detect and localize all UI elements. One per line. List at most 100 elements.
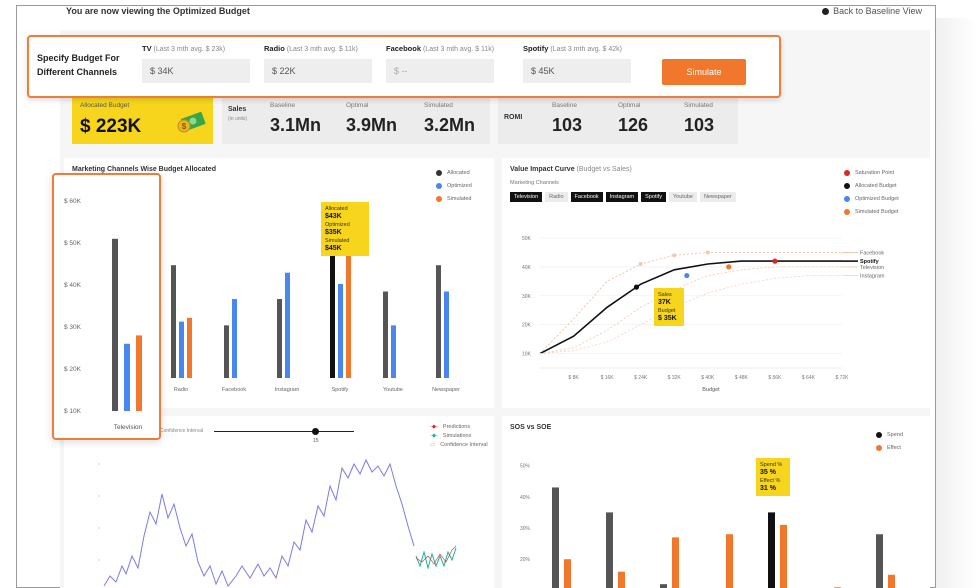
romi-simulated-label: Simulated xyxy=(684,102,713,109)
romi-baseline-value: 103 xyxy=(552,115,583,135)
budget-popup-title: Specify Budget For Different Channels xyxy=(37,53,120,77)
bar-effect xyxy=(780,524,787,588)
spotify-budget-input[interactable] xyxy=(523,59,631,83)
point-saturation-point xyxy=(772,258,778,264)
curve-tooltip-sales-value: 37K xyxy=(658,299,671,306)
allocated-budget-card: Allocated Budget $ 223K $ xyxy=(72,96,213,144)
back-to-baseline-link[interactable]: Back to Baseline View xyxy=(822,6,922,16)
facebook-budget-input[interactable] xyxy=(386,59,494,83)
simulate-button[interactable]: Simulate xyxy=(662,59,746,85)
facebook-avg: (Last 3 mth avg. $ 11k) xyxy=(422,46,495,53)
spotify-budget-tooltip: Allocated $43K Optimized $35K Simulated $45… xyxy=(321,202,369,256)
tv-budget-input[interactable] xyxy=(142,59,250,83)
bar-radio-optimized xyxy=(179,321,184,378)
facebook-budget-label: Facebook (Last 3 mth avg. $ 11k) xyxy=(386,44,494,53)
romi-kpi-group: ROMI Baseline 103 Optimal 126 Simulated … xyxy=(498,96,738,144)
bar-spend xyxy=(606,512,613,588)
sales-baseline-value: 3.1Mn xyxy=(270,115,322,135)
sos-tooltip-spend-value: 35 % xyxy=(760,469,776,476)
bar-instagram-allocated xyxy=(277,299,282,378)
x-tick-label: $ 48K xyxy=(735,375,749,381)
forecast-actual-line xyxy=(103,458,415,587)
y-tick-label: 20% xyxy=(520,557,531,563)
value-impact-panel: Value Impact Curve (Budget vs Sales) Mar… xyxy=(502,158,930,408)
bar-effect xyxy=(672,537,679,588)
y-tick-label: $ 30K xyxy=(64,324,82,331)
curve-label-television: Television xyxy=(860,265,884,271)
point-allocated-budget xyxy=(633,284,640,290)
sos-soe-tooltip: Spend % 35 % Effect % 31 % xyxy=(756,458,790,496)
bar-newspaper-allocated xyxy=(436,265,441,378)
forecast-simulation-line xyxy=(415,547,457,570)
romi-simulated-value: 103 xyxy=(684,115,715,135)
sales-sublabel: (in units) xyxy=(228,116,248,122)
curve-television xyxy=(539,266,842,354)
bar-youtube-allocated xyxy=(383,291,388,378)
facebook-budget-field: Facebook (Last 3 mth avg. $ 11k) xyxy=(386,44,494,83)
curve-tooltip-sales-label: Sales xyxy=(658,292,672,298)
sales-optimal-label: Optimal xyxy=(346,102,369,109)
y-tick-label: $ 10K xyxy=(64,408,82,415)
y-tick-label: 50% xyxy=(520,464,531,470)
money-icon: $ xyxy=(177,111,206,133)
value-impact-chart: 50K 40K 30K 20K 10K $ 8K $ 16K $ 24K $ 32K $ 40K $… xyxy=(522,236,885,393)
bar-spend xyxy=(552,487,559,588)
ghost-point xyxy=(672,253,677,258)
tv-channel-name: TV xyxy=(142,44,152,53)
ghost-point xyxy=(638,262,643,266)
bar-radio-simulated xyxy=(187,317,192,378)
sos-soe-chart: 50%40%30%20%10% xyxy=(520,464,895,588)
radio-avg: (Last 3 mth avg. $ 11k) xyxy=(286,46,358,53)
curve-tooltip-budget-value: $ 35K xyxy=(658,315,677,322)
ghost-point xyxy=(705,250,710,255)
sales-label: Sales xyxy=(228,106,247,113)
sos-tooltip-effect-value: 31 % xyxy=(760,485,776,492)
budget-input-popup: Specify Budget For Different Channels TV… xyxy=(27,35,781,98)
sos-tooltip-spend-label: Spend % xyxy=(760,462,783,468)
y-tick-label: $ 50K xyxy=(64,240,82,247)
forecast-y-ticks xyxy=(98,463,100,561)
y-tick-label: 40K xyxy=(522,265,532,271)
view-banner: You are now viewing the Optimized Budget… xyxy=(60,6,930,20)
romi-label: ROMI xyxy=(504,114,523,121)
y-tick-label: $ 20K xyxy=(64,366,82,373)
bar-facebook-allocated xyxy=(224,325,229,378)
spotify-budget-label: Spotify (Last 3 mth avg. $ 42k) xyxy=(523,44,631,53)
tooltip-optimized-value: $35K xyxy=(325,229,342,236)
radio-budget-input[interactable] xyxy=(264,59,372,83)
curve-instagram xyxy=(539,275,842,354)
y-tick-label: 30% xyxy=(520,526,531,532)
radio-budget-field: Radio (Last 3 mth avg. $ 11k) xyxy=(264,44,372,83)
y-tick-label: 50K xyxy=(522,236,532,242)
x-tick-label: Newspaper xyxy=(432,387,460,393)
sales-simulated-label: Simulated xyxy=(424,102,453,109)
x-tick-label: $ 16K xyxy=(601,375,615,381)
curve-tooltip: Sales 37K Budget $ 35K xyxy=(654,288,684,326)
radio-budget-label: Radio (Last 3 mth avg. $ 11k) xyxy=(264,44,372,53)
television-zoom-chart: $ 60K $ 50K $ 40K $ 30K $ 20K $ 10K Television xyxy=(64,198,143,431)
bar-spotify-allocated xyxy=(330,253,335,378)
tv-bar-optimized xyxy=(124,343,130,411)
tooltip-allocated-value: $43K xyxy=(325,213,342,220)
x-tick-label: $ 56K xyxy=(768,375,782,381)
x-tick-label: $ 40K xyxy=(701,375,715,381)
tooltip-simulated-label: Simulated xyxy=(325,238,350,244)
bar-spend xyxy=(768,512,775,588)
tooltip-simulated-value: $45K xyxy=(325,245,342,252)
svg-text:$: $ xyxy=(182,122,187,131)
tv-avg: (Last 3 mth avg. $ 23k) xyxy=(153,46,226,53)
x-tick-label: Youtube xyxy=(383,387,403,393)
sales-baseline-label: Baseline xyxy=(270,102,295,109)
sales-optimal-value: 3.9Mn xyxy=(346,115,398,135)
page-shadow xyxy=(936,18,976,588)
forecast-chart xyxy=(98,458,457,587)
y-tick-label: $ 60K xyxy=(64,198,82,205)
allocated-budget-label: Allocated Budget xyxy=(80,102,130,109)
bar-effect xyxy=(888,574,895,588)
back-icon xyxy=(822,7,830,15)
tv-bar-simulated xyxy=(136,335,142,411)
bar-instagram-optimized xyxy=(285,272,290,378)
bar-effect xyxy=(726,534,733,588)
radio-channel-name: Radio xyxy=(264,44,285,53)
bar-spend xyxy=(660,584,667,588)
